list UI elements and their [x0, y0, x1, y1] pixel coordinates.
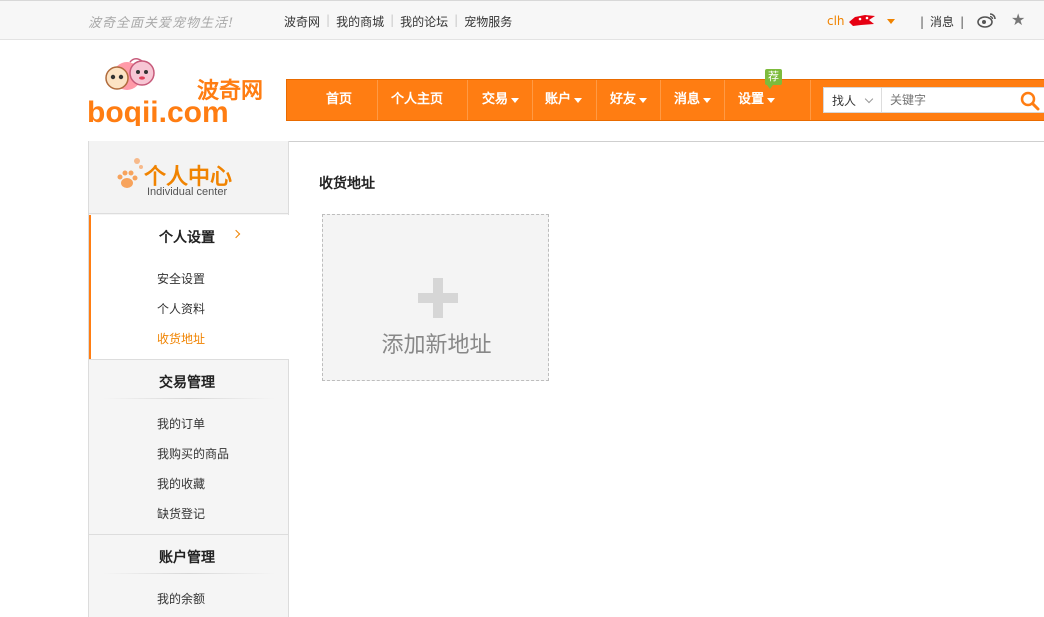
search-icon[interactable]: [1020, 91, 1040, 114]
add-address-button[interactable]: 添加新地址: [322, 214, 549, 381]
messages-label[interactable]: 消息: [930, 15, 954, 29]
username[interactable]: clh: [827, 14, 845, 28]
nav-personal-home[interactable]: 个人主页: [391, 80, 443, 120]
user-level-icon: [847, 13, 877, 30]
sidebar-item-orders[interactable]: 我的订单: [157, 415, 205, 432]
user-menu[interactable]: clh: [827, 11, 895, 31]
weibo-icon[interactable]: [977, 12, 997, 31]
favorite-star-icon[interactable]: ★: [1011, 10, 1025, 29]
top-link-boqii[interactable]: 波奇网: [284, 13, 320, 30]
sidebar-item-shipping-address[interactable]: 收货地址: [157, 330, 205, 347]
top-link-mall[interactable]: 我的商城: [336, 13, 384, 30]
plus-icon: [418, 278, 458, 321]
page-title: 收货地址: [319, 176, 375, 192]
sidebar-item-security[interactable]: 安全设置: [157, 270, 205, 287]
top-link-pet-service[interactable]: 宠物服务: [464, 13, 512, 30]
search-type-label[interactable]: 找人: [832, 92, 856, 109]
section-title-account[interactable]: 账户管理: [159, 547, 215, 567]
chevron-down-icon: [511, 97, 520, 103]
nav-friends[interactable]: 好友: [610, 80, 648, 120]
search-input[interactable]: [882, 89, 1012, 111]
chevron-down-icon: [864, 94, 874, 103]
separator: |: [390, 13, 395, 27]
section-title-trade[interactable]: 交易管理: [159, 372, 215, 392]
paw-icon: [115, 153, 145, 196]
separator: |: [326, 13, 331, 27]
divider: [103, 398, 275, 399]
chevron-down-icon: [767, 97, 776, 103]
add-address-label: 添加新地址: [381, 333, 492, 358]
nav-account[interactable]: 账户: [545, 80, 583, 120]
divider: [103, 573, 275, 574]
sidebar-item-favorites[interactable]: 我的收藏: [157, 475, 205, 492]
sidebar-item-profile[interactable]: 个人资料: [157, 300, 205, 317]
search-box: 找人: [823, 87, 1044, 113]
messages-link[interactable]: | 消息 |: [914, 13, 970, 30]
sidebar-item-out-of-stock[interactable]: 缺货登记: [157, 505, 205, 522]
nav-trade[interactable]: 交易: [482, 80, 520, 120]
site-slogan: 波奇全面关爱宠物生活!: [88, 16, 235, 31]
sidebar-item-balance[interactable]: 我的余额: [157, 590, 205, 607]
nav-messages[interactable]: 消息: [674, 80, 712, 120]
chevron-down-icon: [703, 97, 712, 103]
top-utility-bar: 波奇全面关爱宠物生活! 波奇网 | 我的商城 | 我的论坛 | 宠物服务 clh…: [0, 0, 1044, 40]
chevron-down-icon: [574, 97, 583, 103]
sidebar-header: 个人中心 Individual center: [89, 141, 288, 214]
chevron-down-icon: [639, 97, 648, 103]
chevron-down-icon[interactable]: [886, 18, 895, 24]
section-trade-divider: [89, 359, 288, 360]
section-account-divider: [89, 534, 288, 535]
logo-en-text: boqii.com: [87, 96, 229, 126]
boqii-logo[interactable]: 波奇网 boqii.com: [87, 56, 267, 129]
section-title-personal-settings[interactable]: 个人设置: [159, 227, 215, 247]
nav-home[interactable]: 首页: [326, 80, 352, 120]
search-type-select[interactable]: 找人: [824, 88, 882, 112]
sidebar: 个人中心 Individual center 个人设置 安全设置 个人资料 收货…: [88, 141, 289, 617]
top-link-forum[interactable]: 我的论坛: [400, 13, 448, 30]
top-links: 波奇网 | 我的商城 | 我的论坛 | 宠物服务: [284, 13, 512, 30]
recommend-badge: 荐: [765, 69, 782, 89]
separator: |: [454, 13, 459, 27]
sidebar-subtitle: Individual center: [147, 186, 228, 198]
main-nav: 首页 个人主页 交易 账户 好友 消息 设置 荐 找人: [286, 69, 1044, 121]
sidebar-item-purchased[interactable]: 我购买的商品: [157, 445, 229, 462]
